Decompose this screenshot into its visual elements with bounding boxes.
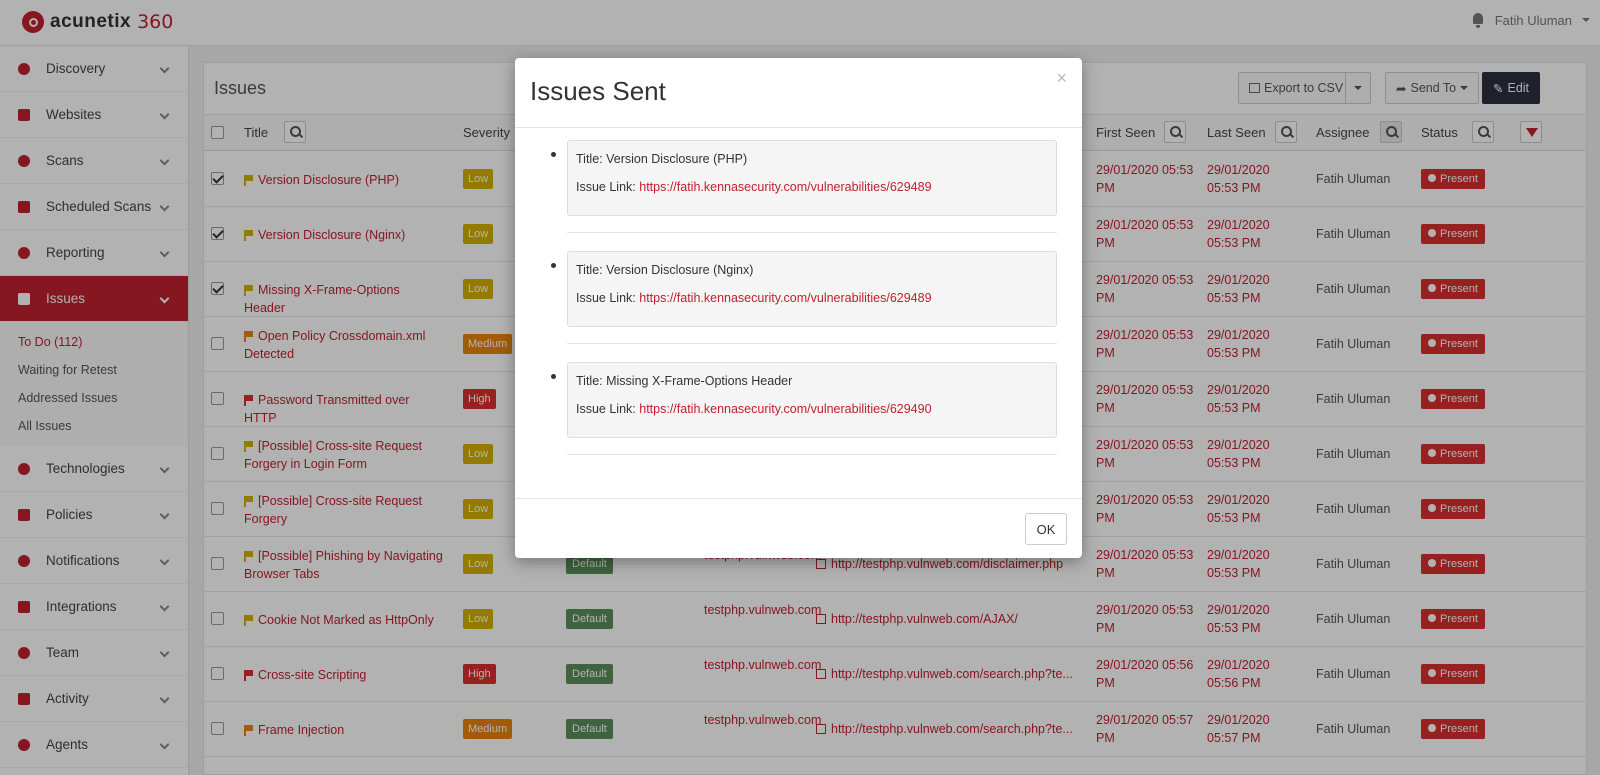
divider — [567, 454, 1057, 455]
divider — [567, 343, 1057, 344]
sent-issue-link-line: Issue Link: https://fatih.kennasecurity.… — [576, 290, 1048, 306]
dialog-title: Issues Sent — [530, 76, 666, 106]
bullet-icon — [551, 263, 556, 268]
issue-link[interactable]: https://fatih.kennasecurity.com/vulnerab… — [639, 180, 931, 194]
sent-issue-box: Title: Version Disclosure (Nginx) Issue … — [567, 251, 1057, 327]
sent-issue-item: Title: Version Disclosure (Nginx) Issue … — [551, 251, 1057, 327]
sent-issue-box: Title: Version Disclosure (PHP) Issue Li… — [567, 140, 1057, 216]
sent-issue-title: Title: Missing X-Frame-Options Header — [576, 374, 793, 388]
bullet-icon — [551, 374, 556, 379]
divider — [567, 232, 1057, 233]
sent-issue-link-line: Issue Link: https://fatih.kennasecurity.… — [576, 179, 1048, 195]
dialog-footer: OK — [515, 498, 1082, 558]
sent-issue-title: Title: Version Disclosure (PHP) — [576, 152, 748, 166]
issue-link-label: Issue Link: — [576, 402, 636, 416]
sent-issue-link-line: Issue Link: https://fatih.kennasecurity.… — [576, 401, 1048, 417]
sent-issue-item: Title: Missing X-Frame-Options Header Is… — [551, 362, 1057, 438]
dialog-header: Issues Sent × — [515, 58, 1082, 128]
sent-issue-item: Title: Version Disclosure (PHP) Issue Li… — [551, 140, 1057, 216]
bullet-icon — [551, 152, 556, 157]
close-icon[interactable]: × — [1056, 68, 1067, 89]
issues-sent-dialog: Issues Sent × Title: Version Disclosure … — [515, 58, 1082, 558]
dialog-body: Title: Version Disclosure (PHP) Issue Li… — [515, 128, 1082, 488]
sent-issue-title: Title: Version Disclosure (Nginx) — [576, 263, 754, 277]
issue-link[interactable]: https://fatih.kennasecurity.com/vulnerab… — [639, 291, 931, 305]
ok-button[interactable]: OK — [1025, 513, 1067, 545]
sent-issue-box: Title: Missing X-Frame-Options Header Is… — [567, 362, 1057, 438]
issue-link-label: Issue Link: — [576, 180, 636, 194]
issue-link-label: Issue Link: — [576, 291, 636, 305]
issue-link[interactable]: https://fatih.kennasecurity.com/vulnerab… — [639, 402, 931, 416]
